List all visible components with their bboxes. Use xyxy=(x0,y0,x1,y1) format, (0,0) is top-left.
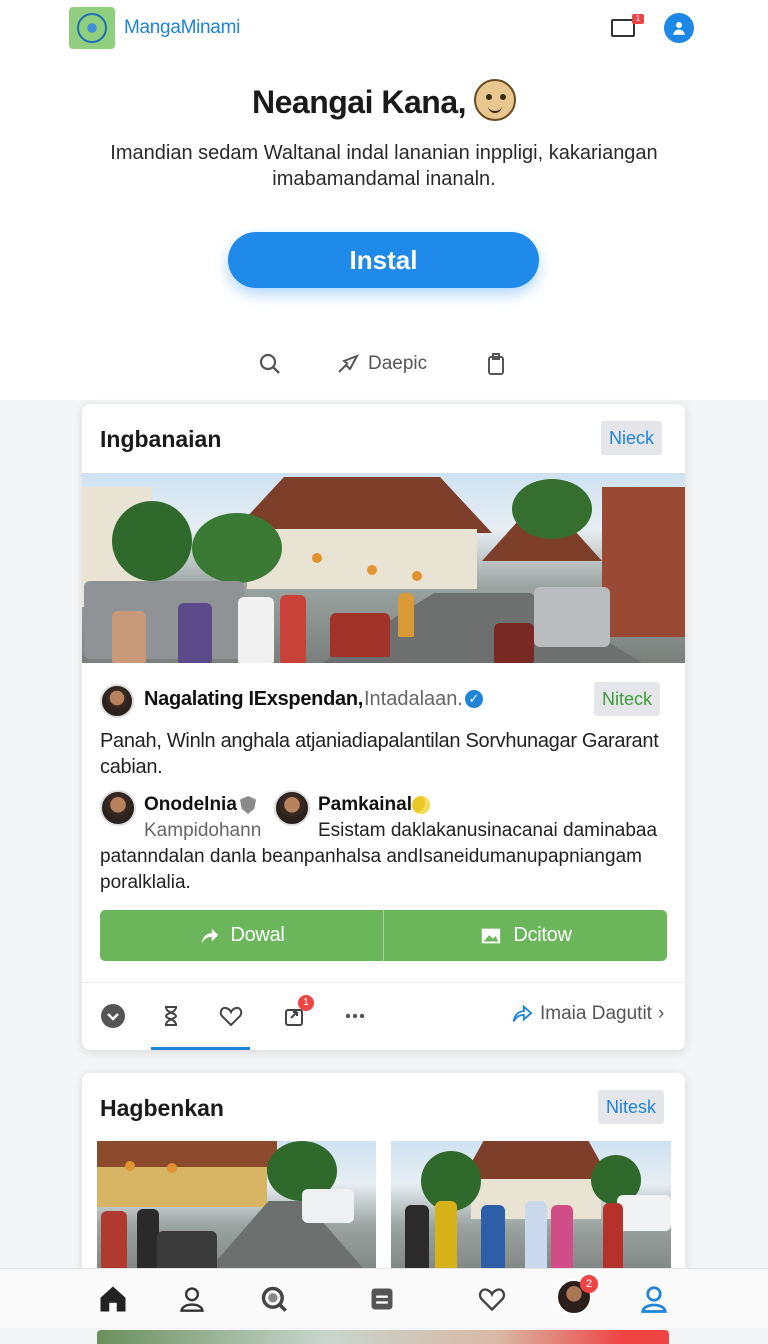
author-row: Nagalating IExspendan, Intadalaan. ✓ Nit… xyxy=(100,682,670,718)
profile-icon[interactable] xyxy=(176,1283,208,1315)
see-more-label: Imaia Dagutit xyxy=(540,1003,652,1024)
heart-icon[interactable] xyxy=(218,1003,244,1029)
footer-badge: 1 xyxy=(298,995,314,1011)
feed-card: Hagbenkan Nitesk xyxy=(82,1073,685,1283)
hourglass-icon[interactable] xyxy=(158,1003,184,1029)
globe-icon xyxy=(77,13,107,43)
commenter-avatar[interactable] xyxy=(274,790,310,826)
install-button[interactable]: Instal xyxy=(228,232,539,288)
card-title: Ingbanaian xyxy=(100,426,222,452)
comment-text-line: patanndalan danla beanpanhalsa andIsanei… xyxy=(100,846,642,867)
next-card-peek xyxy=(97,1330,669,1344)
hero-title: Neangai Kana, xyxy=(0,79,768,121)
comment-text-line: poralklalia. xyxy=(100,872,191,893)
share-arrow-icon xyxy=(512,1004,533,1022)
comments-section: Onodelnia Kampidohann Pamkainal Esistam … xyxy=(100,788,670,898)
card-tag-button[interactable]: Nieck xyxy=(601,421,663,455)
author-name[interactable]: Nagalating IExspendan, xyxy=(144,688,363,711)
feed-card: Ingbanaian Nieck Nagalating IExspendan, … xyxy=(82,404,685,1050)
hero-title-text: Neangai Kana, xyxy=(251,84,467,120)
commenter-name[interactable]: Onodelnia xyxy=(144,794,237,816)
author-tag-button[interactable]: Niteck xyxy=(594,682,661,716)
commenter-name[interactable]: Pamkainal xyxy=(318,794,412,816)
account-button[interactable] xyxy=(664,13,694,43)
quick-actions-row: Daepic xyxy=(0,340,768,388)
card-title: Hagbenkan xyxy=(100,1095,224,1121)
hero-subtitle: Imandian sedam Waltanal indal lananian i… xyxy=(110,142,658,190)
home-icon[interactable] xyxy=(97,1283,129,1315)
commenter-avatar[interactable] xyxy=(100,790,136,826)
author-avatar[interactable] xyxy=(100,684,134,718)
village-street-photo[interactable] xyxy=(82,473,685,663)
chevron-down-icon[interactable] xyxy=(100,1003,126,1029)
notification-badge: 1 xyxy=(632,14,644,24)
app-logo[interactable] xyxy=(69,7,115,49)
see-more-link[interactable]: Imaia Dagutit › xyxy=(510,1003,664,1025)
action-bar: Dowal Dcitow xyxy=(100,910,667,961)
comment-text: Esistam daklakanusinacanai daminabaa xyxy=(318,820,658,841)
chevron-right-icon: › xyxy=(657,1003,665,1024)
image-icon xyxy=(482,928,501,943)
edit-button[interactable]: Dcitow xyxy=(384,910,667,961)
search-icon[interactable] xyxy=(258,352,282,376)
shield-icon xyxy=(240,796,256,814)
bottom-nav: 2 xyxy=(0,1268,768,1328)
verified-icon: ✓ xyxy=(465,690,483,708)
search-icon[interactable] xyxy=(258,1283,290,1315)
moon-icon xyxy=(412,796,430,814)
send-icon xyxy=(338,354,360,373)
card-footer: 1 Imaia Dagutit › xyxy=(82,982,685,1050)
author-meta: Intadalaan. xyxy=(364,688,463,710)
card-tag-button[interactable]: Nitesk xyxy=(598,1090,665,1124)
market-street-photo[interactable] xyxy=(97,1141,376,1283)
user-icon xyxy=(673,22,685,35)
app-name[interactable]: MangaMinami xyxy=(124,17,240,39)
share-arrow-icon xyxy=(202,928,219,943)
share-label: Daepic xyxy=(368,353,428,374)
account-icon[interactable] xyxy=(638,1283,670,1315)
more-icon[interactable] xyxy=(342,1003,368,1029)
edit-label: Dcitow xyxy=(513,924,572,946)
heart-icon[interactable] xyxy=(476,1283,508,1315)
smiley-face-icon xyxy=(474,79,516,121)
nav-badge: 2 xyxy=(580,1275,598,1293)
gathering-photo[interactable] xyxy=(391,1141,671,1283)
commenter-subtitle: Kampidohann xyxy=(144,820,262,841)
post-text: Panah, Winln anghala atjaniadiapalantila… xyxy=(100,730,659,778)
top-bar: MangaMinami 1 xyxy=(0,0,768,60)
download-button[interactable]: Dowal xyxy=(100,910,383,961)
active-tab-indicator xyxy=(151,1047,250,1050)
download-label: Dowal xyxy=(230,924,285,946)
clipboard-icon[interactable] xyxy=(484,352,508,376)
document-icon[interactable] xyxy=(366,1283,398,1315)
share-action[interactable]: Daepic xyxy=(336,352,427,376)
